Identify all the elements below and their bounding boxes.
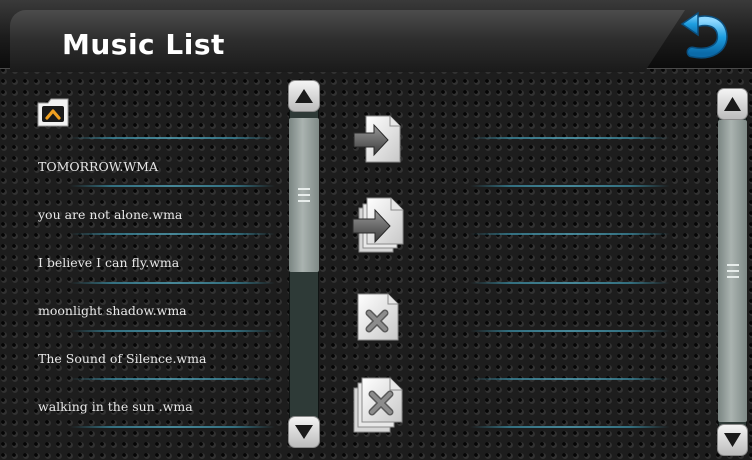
list-item[interactable]: you are not alone.wma <box>30 194 285 240</box>
file-name: walking in the sun .wma <box>38 399 193 414</box>
list-separator <box>470 233 670 235</box>
list-separator <box>470 426 670 428</box>
folder-up-icon <box>37 98 69 127</box>
list-separator <box>470 185 670 187</box>
file-delete-icon <box>357 293 399 341</box>
file-name: TOMORROW.WMA <box>38 159 159 174</box>
file-arrow-icon <box>353 115 401 163</box>
list-item[interactable]: I believe I can fly.wma <box>30 242 285 288</box>
file-name: moonlight shadow.wma <box>38 303 187 318</box>
right-scrollbar[interactable] <box>717 88 748 456</box>
files-delete-icon <box>353 377 403 433</box>
list-item[interactable]: moonlight shadow.wma <box>30 290 285 336</box>
triangle-up-icon <box>295 89 313 103</box>
scroll-up-button[interactable] <box>717 88 748 120</box>
scroll-down-button[interactable] <box>288 416 320 448</box>
remove-all-files-button[interactable] <box>350 376 404 434</box>
files-arrow-icon <box>352 197 404 253</box>
file-name: The Sound of Silence.wma <box>38 351 207 366</box>
music-list-screen: Music List TOMORROW.WMA you are not alon… <box>0 0 752 460</box>
remove-file-button[interactable] <box>356 292 400 342</box>
list-separator <box>470 137 670 139</box>
back-button[interactable] <box>676 10 734 62</box>
grip-icon <box>726 264 739 278</box>
triangle-down-icon <box>295 425 313 439</box>
list-item[interactable]: walking in the sun .wma <box>30 386 285 432</box>
scrollbar-thumb[interactable] <box>718 120 747 422</box>
list-separator <box>470 330 670 332</box>
scroll-down-button[interactable] <box>717 424 748 456</box>
triangle-down-icon <box>724 433 741 447</box>
scroll-up-button[interactable] <box>288 80 320 112</box>
grip-icon <box>298 188 310 202</box>
header-bar: Music List <box>0 0 752 72</box>
add-all-files-button[interactable] <box>349 196 405 254</box>
list-separator <box>70 137 275 139</box>
list-separator <box>470 378 670 380</box>
scrollbar-thumb[interactable] <box>289 118 319 272</box>
file-name: you are not alone.wma <box>38 207 183 222</box>
left-scrollbar[interactable] <box>288 80 320 448</box>
list-item[interactable]: TOMORROW.WMA <box>30 146 285 192</box>
list-separator <box>470 282 670 284</box>
folder-up-button[interactable] <box>36 97 70 128</box>
add-file-button[interactable] <box>352 114 402 164</box>
list-item[interactable]: The Sound of Silence.wma <box>30 338 285 384</box>
triangle-up-icon <box>724 97 741 111</box>
back-arrow-icon <box>680 11 728 59</box>
file-name: I believe I can fly.wma <box>38 255 180 270</box>
page-title: Music List <box>62 28 225 61</box>
